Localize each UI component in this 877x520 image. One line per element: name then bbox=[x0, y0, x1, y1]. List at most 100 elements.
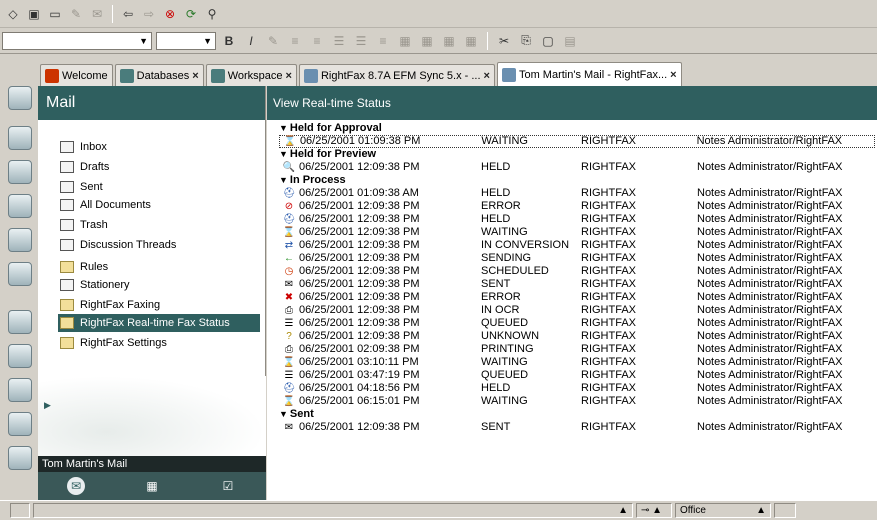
nav-back-icon[interactable]: ⇦ bbox=[119, 5, 137, 23]
table-row[interactable]: ⎙ 06/25/2001 02:09:38 PM PRINTING RIGHTFAX N… bbox=[279, 343, 875, 356]
table-row[interactable]: ⛑ 06/25/2001 04:18:56 PM HELD RIGHTFAX Notes… bbox=[279, 382, 875, 395]
nav-item-5[interactable]: Discussion Threads bbox=[60, 236, 262, 254]
mail-view-icon[interactable]: ✉ bbox=[67, 477, 85, 495]
copy-icon[interactable]: ⎘ bbox=[517, 32, 535, 50]
todo-view-icon[interactable]: ☑ bbox=[219, 477, 237, 495]
edit-icon[interactable]: ✎ bbox=[67, 5, 85, 23]
cut-icon[interactable]: ✂ bbox=[495, 32, 513, 50]
more-bookmarks-icon[interactable] bbox=[8, 446, 32, 470]
date-cell: 06/25/2001 03:47:19 PM bbox=[299, 369, 420, 381]
group-header[interactable]: ▼ In Process bbox=[279, 174, 875, 187]
todo-bookmark-icon[interactable] bbox=[8, 194, 32, 218]
paste-icon[interactable]: ▢ bbox=[539, 32, 557, 50]
tab-1[interactable]: Databases × bbox=[114, 64, 204, 86]
table-row[interactable]: ✖ 06/25/2001 12:09:38 PM ERROR RIGHTFAX Note… bbox=[279, 291, 875, 304]
lock-icon[interactable]: ⊸ ▲ bbox=[636, 503, 672, 518]
contacts-bookmark-icon[interactable] bbox=[8, 160, 32, 184]
table-row[interactable]: ⊘ 06/25/2001 12:09:38 PM ERROR RIGHTFAX Note… bbox=[279, 200, 875, 213]
indent-icon[interactable]: ≡ bbox=[374, 32, 392, 50]
size-dropdown[interactable]: ▼ bbox=[156, 31, 216, 50]
table-row[interactable]: ? 06/25/2001 12:09:38 PM UNKNOWN RIGHTFAX No… bbox=[279, 330, 875, 343]
bold-button[interactable]: B bbox=[220, 32, 238, 50]
table-row[interactable]: 🔍 06/25/2001 12:09:38 PM HELD RIGHTFAX Notes… bbox=[279, 161, 875, 174]
nav-item-4[interactable]: Trash bbox=[60, 216, 262, 234]
stop-icon[interactable]: ⊗ bbox=[161, 5, 179, 23]
table-row[interactable]: ✉ 06/25/2001 12:09:38 PM SENT RIGHTFAX Notes… bbox=[279, 421, 875, 434]
table-row[interactable]: ⇄ 06/25/2001 12:09:38 PM IN CONVERSION RIGH… bbox=[279, 239, 875, 252]
font-dropdown[interactable]: ▼ bbox=[2, 31, 152, 50]
expand-triangle-icon[interactable]: ▼ bbox=[279, 122, 288, 135]
nav-item-7[interactable]: Stationery bbox=[60, 276, 262, 294]
nav-item-10[interactable]: RightFax Settings bbox=[60, 334, 262, 352]
replicator-bookmark-icon[interactable] bbox=[8, 412, 32, 436]
table-row[interactable]: ⛑ 06/25/2001 12:09:38 PM HELD RIGHTFAX Notes… bbox=[279, 213, 875, 226]
nav-item-1[interactable]: Drafts bbox=[60, 158, 262, 176]
databases-bookmark-icon[interactable] bbox=[8, 228, 32, 252]
group-header[interactable]: ▼ Sent bbox=[279, 408, 875, 421]
refresh-icon[interactable]: ⟳ bbox=[182, 5, 200, 23]
tab-0[interactable]: Welcome bbox=[40, 64, 113, 86]
close-icon[interactable]: × bbox=[192, 70, 198, 82]
table-col-icon[interactable]: ▦ bbox=[462, 32, 480, 50]
close-icon[interactable]: × bbox=[484, 70, 490, 82]
mail-icon[interactable]: ✉ bbox=[88, 5, 106, 23]
folder-icon bbox=[60, 299, 74, 311]
expand-triangle-icon[interactable]: ▼ bbox=[279, 148, 288, 161]
table-insert-icon[interactable]: ▦ bbox=[418, 32, 436, 50]
highlight-icon[interactable]: ✎ bbox=[264, 32, 282, 50]
table-row[interactable]: ☰ 06/25/2001 12:09:38 PM QUEUED RIGHTFAX Not… bbox=[279, 317, 875, 330]
location-selector[interactable]: Office ▲ bbox=[675, 503, 771, 518]
held-icon: ⛑ bbox=[282, 214, 296, 225]
sametime-bookmark-icon[interactable] bbox=[8, 262, 32, 286]
nav-item-8[interactable]: RightFax Faxing bbox=[60, 296, 262, 314]
tab-4[interactable]: Tom Martin's Mail - RightFax... × bbox=[496, 62, 682, 86]
group-header[interactable]: ▼ Held for Preview bbox=[279, 148, 875, 161]
search-icon[interactable]: ⚲ bbox=[203, 5, 221, 23]
align-center-icon[interactable]: ≡ bbox=[308, 32, 326, 50]
favorites-bookmark-icon[interactable] bbox=[8, 310, 32, 334]
close-icon[interactable]: × bbox=[670, 69, 676, 81]
calendar-bookmark-icon[interactable] bbox=[8, 126, 32, 150]
expand-triangle-icon[interactable]: ▼ bbox=[279, 174, 288, 187]
history-bookmark-icon[interactable] bbox=[8, 378, 32, 402]
table-row[interactable]: ✉ 06/25/2001 12:09:38 PM SENT RIGHTFAX Notes… bbox=[279, 278, 875, 291]
user-cell: Notes Administrator/RightFAX bbox=[697, 395, 843, 407]
nav-item-2[interactable]: Sent bbox=[60, 178, 262, 196]
open-icon[interactable]: ▭ bbox=[46, 5, 64, 23]
nav-forward-icon[interactable]: ⇨ bbox=[140, 5, 158, 23]
calendar-view-icon[interactable]: ▦ bbox=[143, 477, 161, 495]
save-icon[interactable]: ▣ bbox=[25, 5, 43, 23]
table-row[interactable]: ⌛ 06/25/2001 12:09:38 PM WAITING RIGHTFAX No… bbox=[279, 226, 875, 239]
nav-item-6[interactable]: Rules bbox=[60, 258, 262, 276]
workspace-bookmark-icon[interactable] bbox=[8, 344, 32, 368]
table-icon[interactable]: ▦ bbox=[396, 32, 414, 50]
table-row[interactable]: ◷ 06/25/2001 12:09:38 PM SCHEDULED RIGHTFAX… bbox=[279, 265, 875, 278]
nav-item-9[interactable]: RightFax Real-time Fax Status bbox=[58, 314, 260, 332]
expand-triangle-icon[interactable]: ▼ bbox=[279, 408, 288, 421]
italic-button[interactable]: I bbox=[242, 32, 260, 50]
back-icon[interactable]: ◇ bbox=[4, 5, 22, 23]
align-left-icon[interactable]: ≡ bbox=[286, 32, 304, 50]
nav-item-0[interactable]: Inbox bbox=[60, 138, 262, 156]
table-row[interactable]: ⛑ 06/25/2001 01:09:38 AM HELD RIGHTFAX Notes… bbox=[279, 187, 875, 200]
table-row-icon[interactable]: ▦ bbox=[440, 32, 458, 50]
table-row[interactable]: ⌛ 06/25/2001 06:15:01 PM WAITING RIGHTFAX No… bbox=[279, 395, 875, 408]
table-row[interactable]: ⌛ 06/25/2001 01:09:38 PM WAITING RIGHTFAX No… bbox=[279, 135, 875, 148]
status-cell: QUEUED bbox=[481, 369, 529, 381]
paste-special-icon[interactable]: ▤ bbox=[561, 32, 579, 50]
nav-item-3[interactable]: All Documents bbox=[60, 196, 262, 214]
mail-bookmark-icon[interactable] bbox=[8, 86, 32, 110]
close-icon[interactable]: × bbox=[286, 70, 292, 82]
status-indicator[interactable] bbox=[10, 503, 30, 518]
group-header[interactable]: ▼ Held for Approval bbox=[279, 122, 875, 135]
table-row[interactable]: ← 06/25/2001 12:09:38 PM SENDING RIGHTFAX No… bbox=[279, 252, 875, 265]
table-row[interactable]: ⎙ 06/25/2001 12:09:38 PM IN OCR RIGHTFAX Not… bbox=[279, 304, 875, 317]
number-list-icon[interactable]: ☰ bbox=[352, 32, 370, 50]
table-row[interactable]: ☰ 06/25/2001 03:47:19 PM QUEUED RIGHTFAX Not… bbox=[279, 369, 875, 382]
bullet-list-icon[interactable]: ☰ bbox=[330, 32, 348, 50]
status-message-area[interactable]: ▲ bbox=[33, 503, 633, 518]
table-row[interactable]: ⌛ 06/25/2001 03:10:11 PM WAITING RIGHTFAX No… bbox=[279, 356, 875, 369]
inbox-status-icon[interactable] bbox=[774, 503, 796, 518]
tab-2[interactable]: Workspace × bbox=[205, 64, 297, 86]
tab-3[interactable]: RightFax 8.7A EFM Sync 5.x - ... × bbox=[298, 64, 495, 86]
